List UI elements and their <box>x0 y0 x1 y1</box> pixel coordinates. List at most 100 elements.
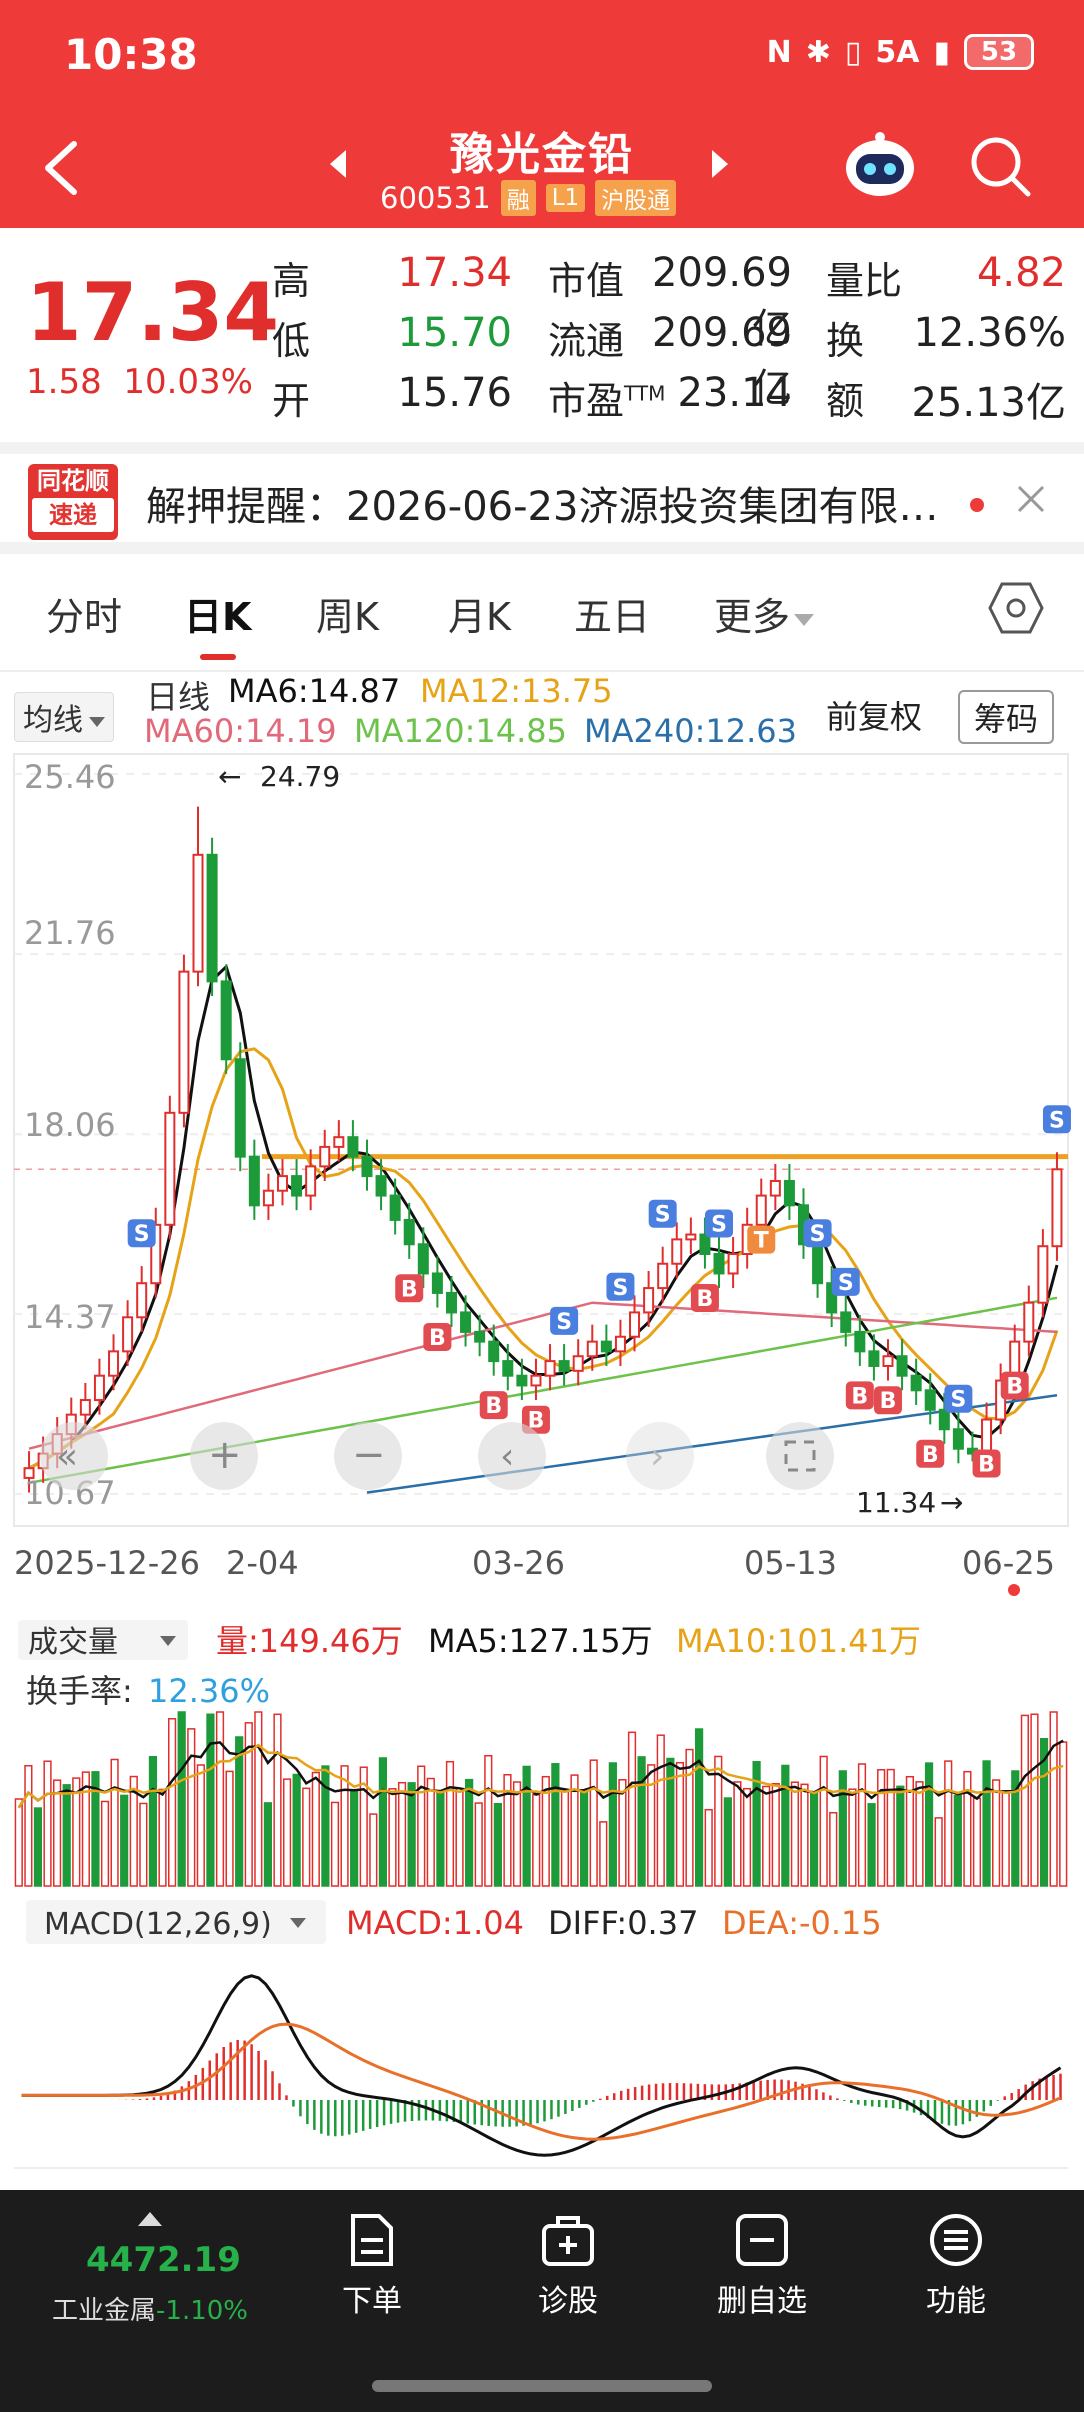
volume-bar <box>771 1782 780 1887</box>
candle-body <box>769 1179 781 1197</box>
nfc-icon: N <box>766 34 792 70</box>
candle-body <box>783 1179 795 1207</box>
candle-body <box>896 1355 908 1377</box>
network-label: 5A <box>875 34 920 70</box>
x-tick-2: 03-26 <box>472 1544 565 1582</box>
macd-value: MACD:1.04 <box>346 1904 524 1942</box>
candle-body <box>924 1389 936 1411</box>
high-annotation: 24.79 <box>260 760 340 793</box>
open-value: 15.76 <box>397 370 512 416</box>
candle-body <box>431 1272 443 1294</box>
today-dot <box>1008 1584 1020 1596</box>
period-tabs: 分时 日K 周K 月K 五日 更多 <box>0 566 1084 672</box>
candle-body <box>93 1374 105 1402</box>
volume-bar <box>484 1754 493 1887</box>
amount-value: 25.13亿 <box>911 380 1066 426</box>
volume-bar <box>235 1736 244 1887</box>
minus-box-icon <box>736 2214 788 2266</box>
medkit-icon <box>542 2216 594 2266</box>
robot-assistant-icon[interactable] <box>842 130 918 200</box>
trade-marker-label: B <box>697 1287 714 1312</box>
close-icon[interactable] <box>1016 484 1046 514</box>
volume-bar <box>723 1797 732 1887</box>
tab-weekly-k[interactable]: 周K <box>316 586 379 641</box>
low-label: 低 <box>272 319 311 363</box>
index-name[interactable]: 工业金属-1.10% <box>52 2290 248 2327</box>
remove-watchlist-button[interactable]: 删自选 <box>702 2212 822 2320</box>
notice-banner[interactable]: 同花顺 速递 解押提醒：2026-06-23济源投资集团有限… <box>0 442 1084 554</box>
tab-more[interactable]: 更多 <box>714 586 815 641</box>
tab-five-day[interactable]: 五日 <box>574 586 650 641</box>
candle-body <box>389 1194 401 1221</box>
volume-bar <box>302 1787 311 1887</box>
trade-marker-label: T <box>754 1229 769 1254</box>
volume-bar <box>110 1758 119 1887</box>
volume-bar <box>340 1765 349 1887</box>
volume-bar <box>944 1760 953 1887</box>
volume-bar <box>196 1764 205 1887</box>
index-value[interactable]: 4472.19 <box>86 2240 241 2280</box>
candle-body <box>882 1355 894 1367</box>
search-icon[interactable] <box>968 134 1034 200</box>
trade-marker-label: B <box>851 1384 868 1409</box>
volume-bar <box>809 1792 819 1887</box>
candle-body <box>164 1111 176 1226</box>
y-tick-1: 21.76 <box>24 914 116 952</box>
volume-chart[interactable]: 成交量 量:149.46万 MA5:127.15万 MA10:101.41万 换… <box>0 1612 1084 1892</box>
volume-bar <box>800 1783 809 1887</box>
expand-up-icon[interactable] <box>138 2212 162 2226</box>
diagnose-button[interactable]: 诊股 <box>508 2212 628 2320</box>
tab-intraday[interactable]: 分时 <box>46 586 122 641</box>
volume-bar <box>982 1760 991 1887</box>
tab-monthly-k[interactable]: 月K <box>448 586 511 641</box>
trade-marker-label: B <box>922 1443 939 1468</box>
candle-body <box>234 1058 246 1158</box>
candle-body <box>206 853 218 983</box>
trade-marker-label: B <box>485 1394 502 1419</box>
volume-bar <box>100 1800 110 1887</box>
adjust-mode[interactable]: 前复权 <box>826 692 922 738</box>
volume-bar <box>1001 1791 1010 1887</box>
chips-button[interactable]: 筹码 <box>958 690 1055 744</box>
candle-body <box>572 1355 584 1372</box>
tab-daily-k[interactable]: 日K <box>184 586 251 641</box>
tag-level1: L1 <box>545 184 586 212</box>
volume-bar <box>896 1785 905 1887</box>
order-button[interactable]: 下单 <box>312 2212 432 2320</box>
volume-bar <box>608 1762 617 1887</box>
chevron-down-icon <box>89 716 105 727</box>
ma120-label: MA120:14.85 <box>354 712 567 750</box>
candle-body <box>600 1340 612 1353</box>
volume-bar <box>934 1817 943 1887</box>
notice-text: 解押提醒：2026-06-23济源投资集团有限… <box>146 484 939 530</box>
volume-bar <box>580 1789 589 1887</box>
candle-body <box>657 1262 669 1290</box>
functions-button[interactable]: 功能 <box>896 2212 1016 2320</box>
tag-connect: 沪股通 <box>595 180 677 216</box>
volume-bar <box>905 1775 915 1887</box>
price-change: 1.58 10.03% <box>26 362 253 402</box>
volume-bar <box>24 1764 33 1887</box>
indicator-selector[interactable]: 均线 <box>14 692 114 742</box>
volume-bar <box>436 1791 445 1887</box>
macd-chart[interactable]: MACD(12,26,9) MACD:1.04 DIFF:0.37 DEA:-0… <box>0 1892 1084 2184</box>
volume-bar <box>867 1803 876 1887</box>
high-label: 高 <box>272 259 311 303</box>
fullscreen-icon[interactable] <box>766 1422 834 1490</box>
settings-hexagon-icon[interactable] <box>988 580 1044 636</box>
volume-bar <box>72 1777 81 1887</box>
diff-value: DIFF:0.37 <box>548 1904 698 1942</box>
candle-body <box>840 1311 852 1333</box>
candle-body <box>319 1145 331 1168</box>
low-annotation: 11.34 <box>856 1486 936 1519</box>
volume-bar <box>551 1763 560 1887</box>
volume-bar <box>148 1755 158 1887</box>
volume-bar <box>656 1734 665 1887</box>
candlestick-chart[interactable]: SSSS S SSSSBBBBBB BB BBT 25.46 21.76 18.06 1… <box>0 752 1084 1612</box>
svg-text:›: › <box>650 1436 664 1477</box>
volume-bar <box>1059 1741 1068 1887</box>
quote-panel: 17.34 1.58 10.03% 高 低 开 17.34 15.70 15.7… <box>0 228 1084 440</box>
volume-bar <box>560 1790 570 1887</box>
candle-body <box>713 1253 725 1275</box>
volume-bar <box>120 1794 129 1887</box>
